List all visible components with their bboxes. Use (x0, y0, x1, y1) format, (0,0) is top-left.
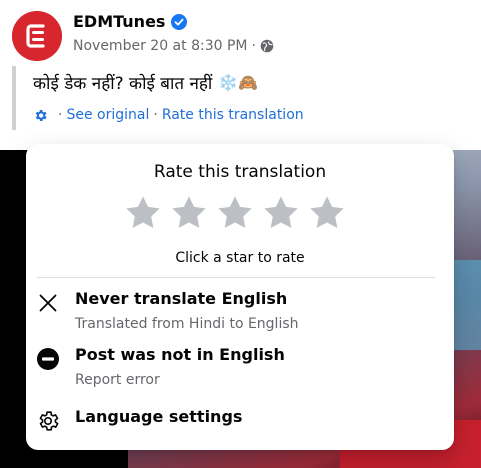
post-emojis: ❄️🙈 (218, 73, 259, 92)
see-original-link[interactable]: See original (66, 107, 149, 123)
gear-icon (39, 411, 59, 431)
close-icon (39, 294, 57, 312)
star-icon-1[interactable] (123, 194, 163, 232)
post-timestamp[interactable]: November 20 at 8:30 PM (73, 38, 247, 54)
star-rating (123, 194, 347, 232)
report-error-sublabel: Report error (75, 372, 160, 388)
never-translate-sublabel: Translated from Hindi to English (75, 316, 299, 332)
verified-badge-icon (171, 13, 188, 30)
translation-settings-icon[interactable] (33, 108, 48, 123)
post-text: कोई डेक नहीं? कोई बात नहीं ❄️🙈 (33, 71, 258, 94)
link-separator: · (58, 107, 63, 123)
edmtunes-logo-icon (12, 11, 62, 61)
never-translate-item[interactable]: Never translate English Translated from … (36, 288, 440, 334)
rate-translation-popup: Rate this translation Click a star to ra… (26, 144, 454, 450)
star-icon-2[interactable] (169, 194, 209, 232)
never-translate-label: Never translate English (75, 289, 288, 308)
translation-quote-bar (12, 66, 16, 130)
language-settings-label: Language settings (75, 407, 243, 426)
link-separator: · (153, 107, 158, 123)
rating-hint: Click a star to rate (175, 250, 305, 266)
star-icon-4[interactable] (261, 194, 301, 232)
post-text-content: कोई डेक नहीं? कोई बात नहीं (33, 74, 213, 94)
post-header: EDMTunes November 20 at 8:30 PM · कोई डे… (0, 0, 481, 150)
meta-separator: · (251, 38, 256, 54)
not-in-english-label: Post was not in English (75, 345, 285, 364)
avatar[interactable] (12, 11, 62, 61)
language-settings-item[interactable]: Language settings (36, 406, 440, 433)
popup-title: Rate this translation (153, 162, 327, 182)
author-row: EDMTunes (73, 12, 188, 31)
not-in-english-item[interactable]: Post was not in English Report error (36, 344, 440, 390)
post-meta: November 20 at 8:30 PM · (73, 38, 274, 54)
author-name[interactable]: EDMTunes (73, 12, 165, 31)
minus-circle-icon (37, 348, 59, 370)
divider (37, 277, 435, 278)
translation-links: · See original · Rate this translation (33, 107, 304, 123)
star-icon-3[interactable] (215, 194, 255, 232)
rate-translation-link[interactable]: Rate this translation (162, 107, 304, 123)
star-icon-5[interactable] (307, 194, 347, 232)
globe-icon[interactable] (260, 39, 274, 53)
